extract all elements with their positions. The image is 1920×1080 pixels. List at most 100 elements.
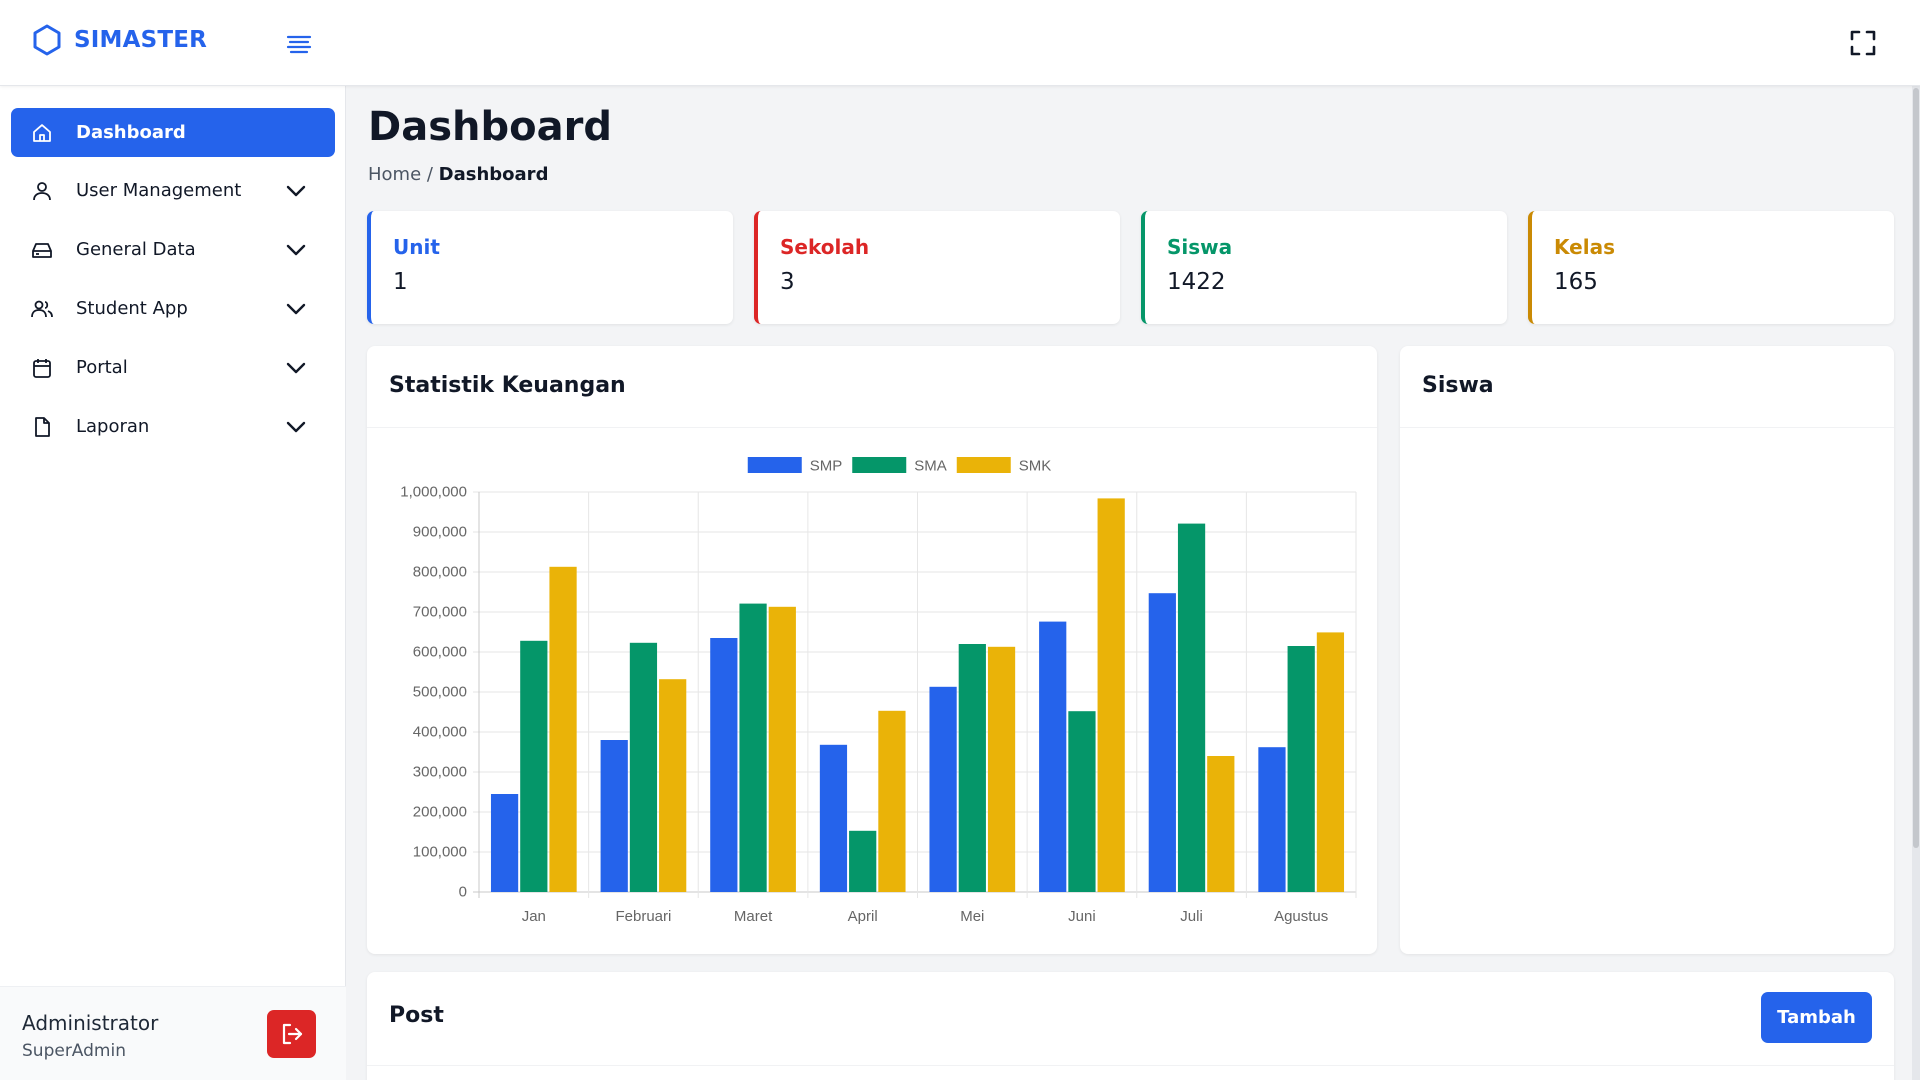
stat-value: 1 — [393, 269, 408, 295]
sidebar-user-panel: Administrator SuperAdmin — [0, 986, 346, 1080]
chevron-down-icon — [286, 244, 306, 256]
card-header: Statistik Keuangan — [367, 346, 1377, 428]
x-tick-label: Agustus — [1274, 908, 1328, 925]
legend-label-sma: SMA — [914, 458, 947, 475]
sidebar-item-dashboard[interactable]: Dashboard — [11, 108, 335, 157]
breadcrumb-current: Dashboard — [438, 164, 549, 185]
sidebar-item-student-app[interactable]: Student App — [11, 284, 335, 333]
card-title: Statistik Keuangan — [389, 373, 626, 398]
bar-smp-mei — [929, 686, 957, 892]
y-tick-label: 0 — [459, 884, 467, 901]
stat-card-sekolah: Sekolah 3 — [754, 211, 1120, 324]
y-tick-label: 300,000 — [413, 764, 467, 781]
page-scrollbar-thumb[interactable] — [1913, 88, 1919, 848]
stat-card-kelas: Kelas 165 — [1528, 211, 1894, 324]
stat-label: Sekolah — [780, 235, 870, 259]
card-header: Post Tambah — [367, 972, 1894, 1066]
bar-smk-jan — [549, 566, 577, 892]
x-tick-label: Jan — [522, 908, 546, 925]
stat-card-siswa: Siswa 1422 — [1141, 211, 1507, 324]
bar-sma-juli — [1177, 523, 1206, 892]
bar-smk-mei — [987, 646, 1016, 892]
brand[interactable]: SIMASTER — [32, 24, 207, 56]
menu-lines-icon — [286, 35, 312, 54]
finance-chart-card: Statistik Keuangan 0 100,000 200,000 300,00… — [367, 346, 1377, 954]
logout-button[interactable] — [267, 1010, 316, 1058]
x-tick-label: Maret — [734, 908, 773, 925]
calendar-icon — [33, 359, 51, 378]
card-header: Siswa — [1400, 346, 1894, 428]
post-card: Post Tambah — [367, 972, 1894, 1080]
bar-sma-agustus — [1287, 646, 1315, 892]
page-title: Dashboard — [368, 104, 612, 150]
y-tick-label: 900,000 — [413, 524, 467, 541]
bar-smk-maret — [768, 606, 796, 892]
fullscreen-icon — [1850, 30, 1876, 56]
x-tick-label: Mei — [960, 908, 984, 925]
bar-sma-jan — [520, 640, 548, 892]
legend-label-smk: SMK — [1019, 458, 1052, 475]
breadcrumb-separator: / — [421, 164, 439, 185]
bar-smp-februari — [600, 740, 628, 892]
bar-smk-april — [878, 710, 906, 892]
stat-label: Kelas — [1554, 235, 1615, 259]
bar-sma-april — [849, 830, 877, 892]
bar-smp-juni — [1039, 621, 1067, 892]
sidebar-item-label: User Management — [76, 180, 242, 201]
add-post-button[interactable]: Tambah — [1761, 992, 1872, 1043]
logout-icon — [282, 1023, 302, 1045]
x-tick-label: Februari — [616, 908, 672, 925]
sidebar-item-general-data[interactable]: General Data — [11, 225, 335, 274]
breadcrumb-home-link[interactable]: Home — [368, 164, 421, 185]
y-tick-label: 400,000 — [413, 724, 467, 741]
users-icon — [31, 300, 53, 318]
y-tick-label: 700,000 — [413, 604, 467, 621]
y-tick-label: 100,000 — [413, 844, 467, 861]
y-tick-label: 1,000,000 — [400, 484, 467, 501]
legend-swatch-smp — [747, 457, 802, 473]
stat-card-unit: Unit 1 — [367, 211, 733, 324]
chevron-down-icon — [286, 303, 306, 315]
legend-swatch-smk — [956, 457, 1011, 473]
hexagon-logo-icon — [32, 24, 62, 56]
drive-icon — [32, 243, 52, 258]
sidebar-item-label: Student App — [76, 298, 188, 319]
sidebar-item-portal[interactable]: Portal — [11, 343, 335, 392]
students-card: Siswa — [1400, 346, 1894, 954]
bar-smk-juli — [1207, 756, 1235, 892]
bar-smk-juni — [1097, 498, 1125, 892]
card-title: Siswa — [1422, 373, 1494, 398]
finance-bar-chart: 0 100,000 200,000 300,000 400,000 500,000 600,… — [400, 457, 1357, 925]
legend-swatch-sma — [852, 457, 907, 473]
stat-value: 165 — [1554, 269, 1598, 295]
bar-smp-juli — [1148, 593, 1176, 892]
bar-sma-mei — [958, 644, 986, 892]
bar-smp-agustus — [1258, 747, 1286, 892]
file-icon — [35, 417, 50, 437]
y-tick-label: 200,000 — [413, 804, 467, 821]
sidebar: Dashboard User Management General Data S… — [0, 86, 346, 1080]
user-name: Administrator — [22, 1011, 159, 1035]
user-role: SuperAdmin — [22, 1041, 126, 1061]
top-bar: SIMASTER — [0, 0, 1920, 86]
bar-smk-februari — [659, 679, 687, 892]
fullscreen-button[interactable] — [1850, 30, 1876, 56]
sidebar-item-label: Dashboard — [76, 122, 186, 143]
bar-sma-maret — [739, 603, 767, 892]
bar-sma-juni — [1068, 711, 1096, 892]
chevron-down-icon — [286, 185, 306, 197]
y-tick-label: 800,000 — [413, 564, 467, 581]
menu-toggle-button[interactable] — [284, 30, 314, 56]
sidebar-item-laporan[interactable]: Laporan — [11, 402, 335, 451]
chevron-down-icon — [286, 362, 306, 374]
bar-smp-jan — [490, 794, 519, 892]
x-tick-label: Juni — [1068, 908, 1096, 925]
bar-smk-agustus — [1316, 632, 1345, 892]
y-tick-label: 600,000 — [413, 644, 467, 661]
stat-label: Siswa — [1167, 235, 1233, 259]
sidebar-item-label: Portal — [76, 357, 128, 378]
stat-value: 3 — [780, 269, 795, 295]
card-title: Post — [389, 1003, 444, 1028]
sidebar-item-label: General Data — [76, 239, 196, 260]
sidebar-item-user-management[interactable]: User Management — [11, 166, 335, 215]
